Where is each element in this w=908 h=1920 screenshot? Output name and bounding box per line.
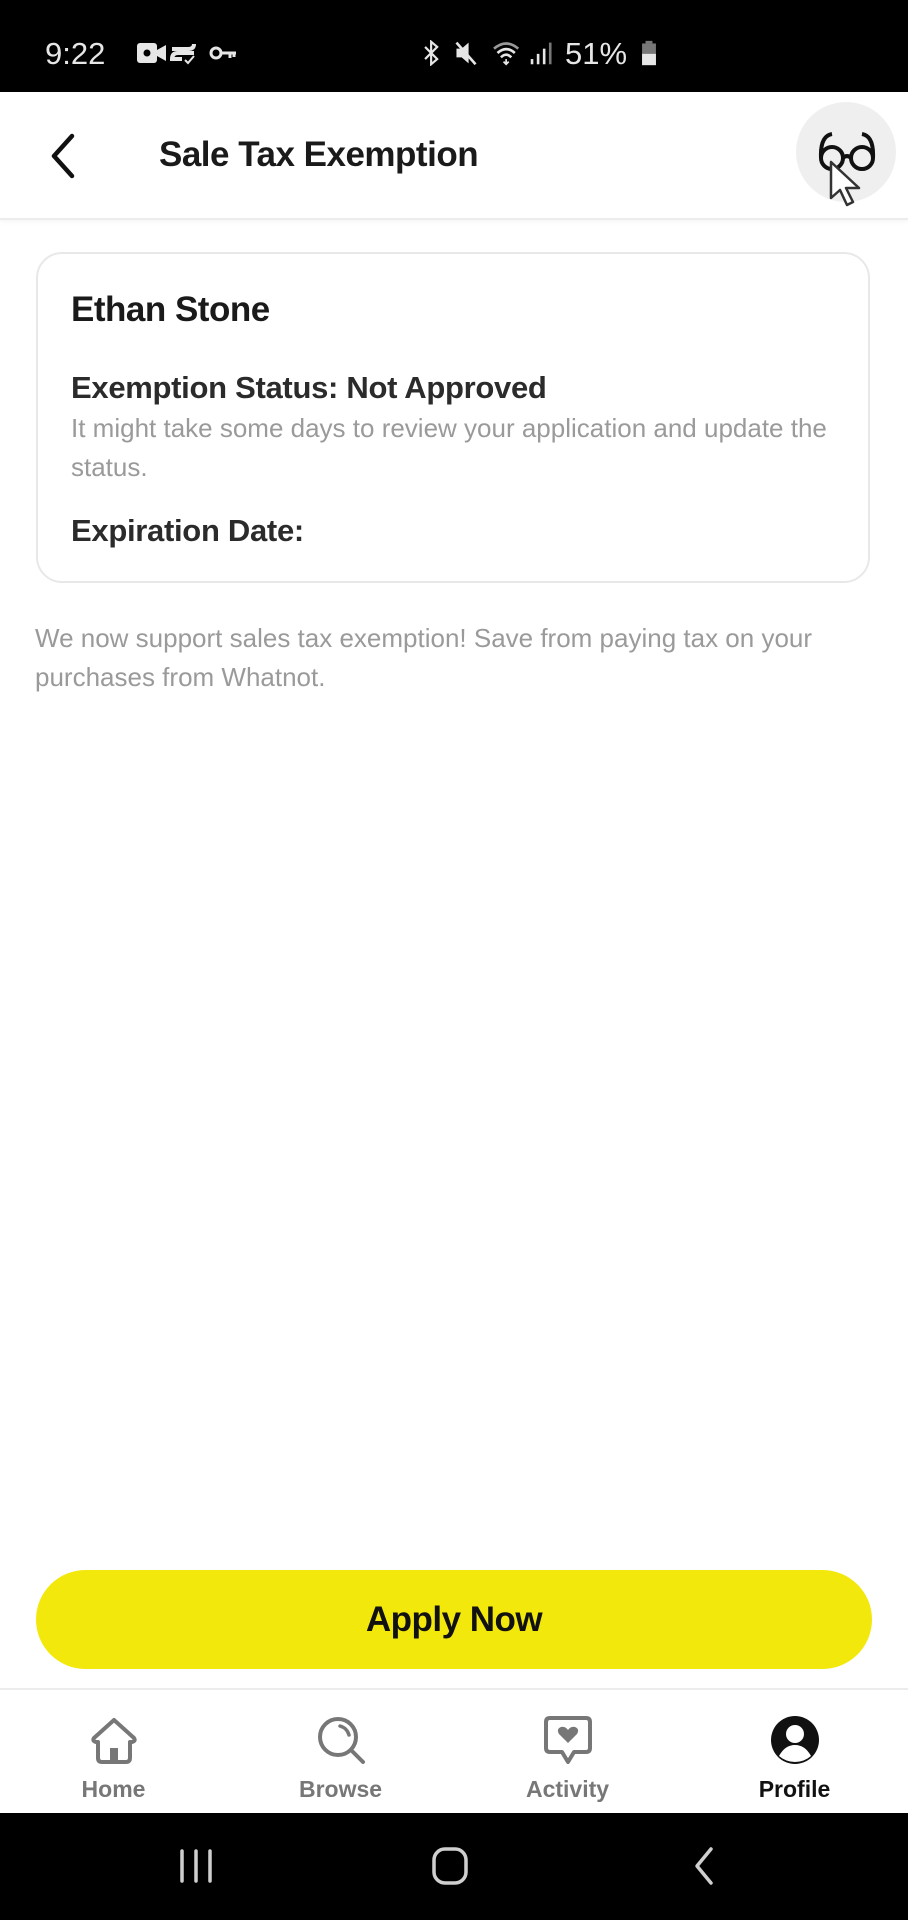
battery-icon [642,40,656,66]
nav-label-home: Home [81,1776,146,1802]
home-icon [91,1718,137,1764]
mute-icon [455,41,477,66]
activity-heart-icon [544,1716,592,1764]
android-back-button[interactable] [675,1841,735,1891]
nav-item-browse[interactable]: Browse [227,1690,454,1815]
page-title: Sale Tax Exemption [159,135,479,174]
wifi-icon [493,42,520,66]
status-bar: 9:22 51% [0,0,908,92]
expiration-date: Expiration Date: [71,513,304,548]
nav-item-profile[interactable]: Profile [681,1690,908,1815]
apply-now-button[interactable]: Apply Now [36,1570,872,1669]
android-home-button[interactable] [420,1841,480,1891]
back-button[interactable] [38,128,88,184]
android-nav-bar [0,1813,908,1920]
nav-item-home[interactable]: Home [0,1690,227,1815]
nav-label-browse: Browse [298,1776,383,1802]
recent-apps-button[interactable] [166,1841,226,1891]
home-circle-icon [432,1847,468,1885]
video-camera-icon [137,43,166,63]
bluetooth-icon [424,40,439,66]
profile-icon [771,1716,819,1764]
bottom-nav: Home Browse Activity Profile [0,1688,908,1815]
app-header: Sale Tax Exemption [0,92,908,220]
recent-apps-icon [180,1849,212,1883]
nav-label-activity: Activity [525,1776,610,1802]
exemption-status-note: It might take some days to review your a… [71,413,827,482]
back-icon [695,1847,713,1885]
status-time: 9:22 [45,36,106,71]
exemption-card: Ethan Stone Exemption Status: Not Approv… [36,252,870,583]
cast-icon [169,43,196,65]
exemption-status: Exemption Status: Not Approved [71,370,547,405]
nav-item-activity[interactable]: Activity [454,1690,681,1815]
chevron-left-icon [51,133,75,179]
vpn-key-icon [209,46,236,60]
battery-percent: 51% [565,36,628,71]
customer-name: Ethan Stone [71,290,270,329]
search-icon [318,1717,365,1764]
nav-label-profile: Profile [758,1776,831,1802]
mouse-cursor-icon [829,160,861,207]
exemption-description: We now support sales tax exemption! Save… [35,623,813,692]
signal-icon [530,42,552,65]
